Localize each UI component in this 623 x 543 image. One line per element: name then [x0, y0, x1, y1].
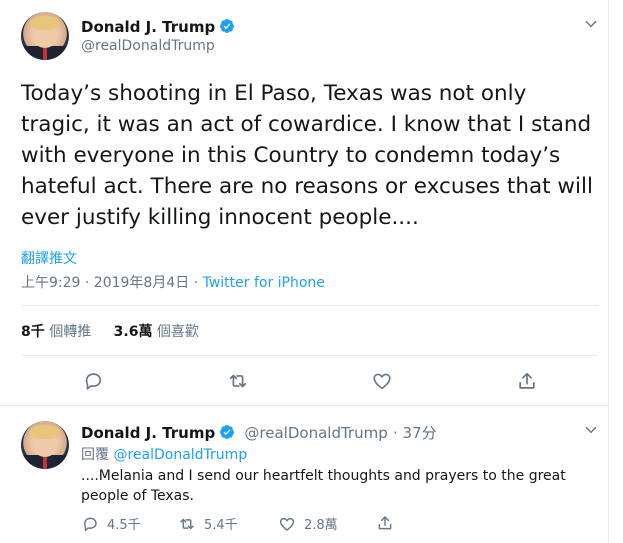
chevron-down-icon[interactable]	[584, 17, 598, 31]
likes-stat[interactable]: 3.6萬 個喜歡	[114, 324, 199, 340]
reply-author-name[interactable]: Donald J. Trump	[81, 424, 215, 442]
translate-tweet-link[interactable]: 翻譯推文	[21, 248, 77, 268]
reply-author-line: Donald J. Trump @realDonaldTrump · 37分	[81, 422, 437, 444]
reply-retweet-action[interactable]: 5.4千	[178, 514, 238, 533]
reply-text: ....Melania and I send our heartfelt tho…	[81, 468, 566, 504]
avatar-tie	[42, 47, 48, 60]
author-handle[interactable]: @realDonaldTrump	[81, 38, 215, 54]
like-icon[interactable]	[371, 370, 393, 392]
reply-author-handle[interactable]: @realDonaldTrump	[244, 424, 387, 442]
like-count: 2.8萬	[304, 518, 338, 533]
author-name[interactable]: Donald J. Trump	[81, 18, 235, 38]
chevron-down-icon[interactable]	[584, 423, 598, 437]
reply-icon[interactable]	[82, 370, 104, 392]
reply-like-action[interactable]: 2.8萬	[278, 514, 338, 533]
like-icon	[279, 517, 295, 531]
reply-tweet[interactable]: Donald J. Trump @realDonaldTrump · 37分 回…	[0, 406, 609, 543]
engagement-stats: 8千 個轉推 3.6萬 個喜歡	[21, 321, 217, 341]
divider	[21, 305, 598, 306]
reply-age[interactable]: · 37分	[393, 424, 437, 442]
retweets-count: 8千	[21, 324, 45, 340]
retweets-stat[interactable]: 8千 個轉推	[21, 324, 91, 340]
reply-icon	[84, 517, 97, 531]
verified-badge-icon	[219, 18, 235, 38]
avatar[interactable]	[21, 12, 69, 60]
tweet-card: Donald J. Trump @realDonaldTrump Today’s…	[0, 0, 609, 543]
avatar-tie	[42, 456, 48, 469]
retweet-icon[interactable]	[227, 370, 249, 392]
retweet-count: 5.4千	[204, 518, 238, 533]
tweet-text: Today’s shooting in El Paso, Texas was n…	[21, 81, 600, 230]
replying-to: 回覆 @realDonaldTrump	[81, 444, 247, 464]
likes-count: 3.6萬	[113, 324, 153, 340]
retweets-label: 個轉推	[49, 324, 92, 340]
share-icon	[378, 516, 392, 530]
replying-to-handle[interactable]: @realDonaldTrump	[113, 447, 247, 463]
tweet-actions	[0, 370, 609, 392]
divider	[21, 355, 598, 356]
reply-avatar[interactable]	[21, 421, 69, 469]
reply-count: 4.5千	[107, 518, 141, 533]
main-tweet: Donald J. Trump @realDonaldTrump Today’s…	[0, 0, 608, 406]
avatar-hair	[29, 15, 61, 31]
tweet-source-link[interactable]: Twitter for iPhone	[203, 275, 325, 291]
share-icon[interactable]	[516, 370, 538, 392]
replying-to-prefix: 回覆	[81, 447, 109, 463]
likes-label: 個喜歡	[156, 324, 199, 340]
avatar-hair	[29, 424, 61, 440]
tweet-time[interactable]: 上午9:29 · 2019年8月4日	[21, 275, 189, 291]
reply-reply-action[interactable]: 4.5千	[81, 514, 141, 533]
tweet-timestamp: 上午9:29 · 2019年8月4日 · Twitter for iPhone	[21, 272, 325, 292]
retweet-icon	[180, 518, 194, 529]
verified-badge-icon	[219, 424, 235, 444]
author-name-text: Donald J. Trump	[81, 18, 216, 36]
meta-separator: ·	[189, 275, 203, 291]
reply-share-action[interactable]	[376, 514, 394, 532]
